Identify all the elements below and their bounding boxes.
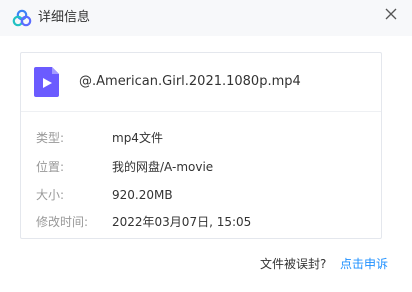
detail-label: 大小: [36,188,65,202]
detail-label: 类型: [36,131,65,145]
divider [21,111,381,112]
detail-row-location: 位置: 我的网盘/A-movie [21,157,381,177]
file-name: @.American.Girl.2021.1080p.mp4 [79,74,301,89]
video-file-icon [34,67,59,97]
detail-value: 920.20MB [112,188,173,202]
file-header: @.American.Girl.2021.1080p.mp4 [21,53,381,111]
detail-label: 位置: [36,160,65,174]
detail-row-modified: 修改时间: 2022年03月07日, 15:05 [21,212,381,232]
detail-value: mp4文件 [112,131,163,145]
close-icon[interactable] [383,6,399,22]
dialog-titlebar: 详细信息 [0,0,412,36]
dialog-title: 详细信息 [38,10,91,25]
detail-value: 我的网盘/A-movie [112,160,214,174]
detail-label: 修改时间: [36,215,89,229]
appeal-link[interactable]: 点击申诉 [340,255,388,272]
detail-row-size: 大小: 920.20MB [21,185,381,205]
cloud-logo-icon [12,9,32,27]
detail-row-type: 类型: mp4文件 [21,128,381,148]
detail-value: 2022年03月07日, 15:05 [112,215,252,229]
misblock-question: 文件被误封? [260,257,327,271]
file-info-card: @.American.Girl.2021.1080p.mp4 类型: mp4文件… [20,52,382,239]
